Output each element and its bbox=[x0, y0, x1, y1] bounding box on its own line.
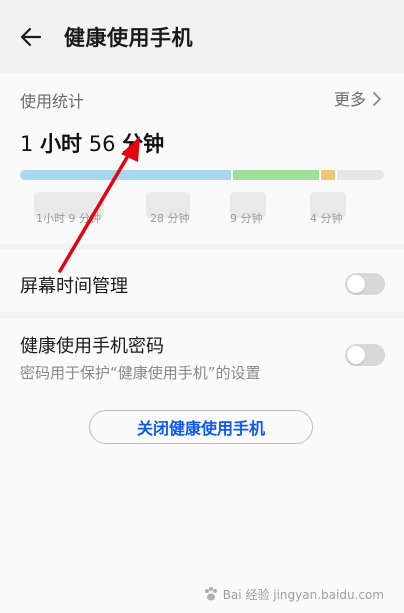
toggle-knob bbox=[347, 275, 365, 293]
bar-segment bbox=[20, 170, 232, 180]
screen-time-row[interactable]: 屏幕时间管理 bbox=[0, 250, 404, 312]
password-description: 密码用于保护“健康使用手机”的设置 bbox=[20, 364, 261, 382]
arrow-left-icon[interactable] bbox=[18, 24, 44, 50]
bar-segment bbox=[337, 170, 384, 180]
legend-item: 1小时 9 分钟 bbox=[36, 212, 101, 225]
usage-legend: 1小时 9 分钟 28 分钟 9 分钟 4 分钟 bbox=[20, 192, 384, 232]
more-label: 更多 bbox=[333, 90, 366, 109]
toggle-knob bbox=[347, 346, 365, 364]
usage-bar bbox=[20, 170, 384, 180]
password-toggle[interactable] bbox=[345, 344, 385, 366]
paw-logo-icon bbox=[204, 587, 217, 601]
usage-stats-card: 使用统计 更多 1 小时 56 分钟 1小时 9 分钟 28 分钟 9 分钟 4… bbox=[0, 74, 404, 244]
password-card: 健康使用手机密码 密码用于保护“健康使用手机”的设置 关闭健康使用手机 bbox=[0, 318, 404, 613]
usage-stats-label: 使用统计 bbox=[20, 92, 85, 111]
close-healthy-use-button[interactable]: 关闭健康使用手机 bbox=[89, 410, 313, 444]
minutes-unit: 分钟 bbox=[122, 132, 165, 156]
more-link[interactable]: 更多 bbox=[334, 86, 382, 110]
total-hours: 1 bbox=[20, 132, 34, 156]
password-label: 健康使用手机密码 bbox=[20, 336, 164, 357]
page-title: 健康使用手机 bbox=[64, 26, 193, 50]
screen-time-label: 屏幕时间管理 bbox=[20, 276, 128, 297]
watermark: Bai 经验 jingyan.baidu.com bbox=[203, 586, 384, 603]
header-bar: 健康使用手机 bbox=[0, 0, 404, 74]
bar-segment bbox=[321, 170, 336, 180]
legend-item: 4 分钟 bbox=[310, 212, 343, 225]
chevron-right-icon bbox=[373, 92, 381, 106]
bar-segment bbox=[233, 170, 320, 180]
legend-item: 9 分钟 bbox=[230, 212, 263, 225]
screen-time-toggle[interactable] bbox=[345, 273, 385, 295]
legend-item: 28 分钟 bbox=[150, 212, 190, 225]
total-usage-time: 1 小时 56 分钟 bbox=[20, 128, 164, 158]
watermark-text: Bai 经验 jingyan.baidu.com bbox=[222, 588, 384, 602]
total-minutes: 56 bbox=[88, 132, 116, 156]
hours-unit: 小时 bbox=[40, 132, 83, 156]
